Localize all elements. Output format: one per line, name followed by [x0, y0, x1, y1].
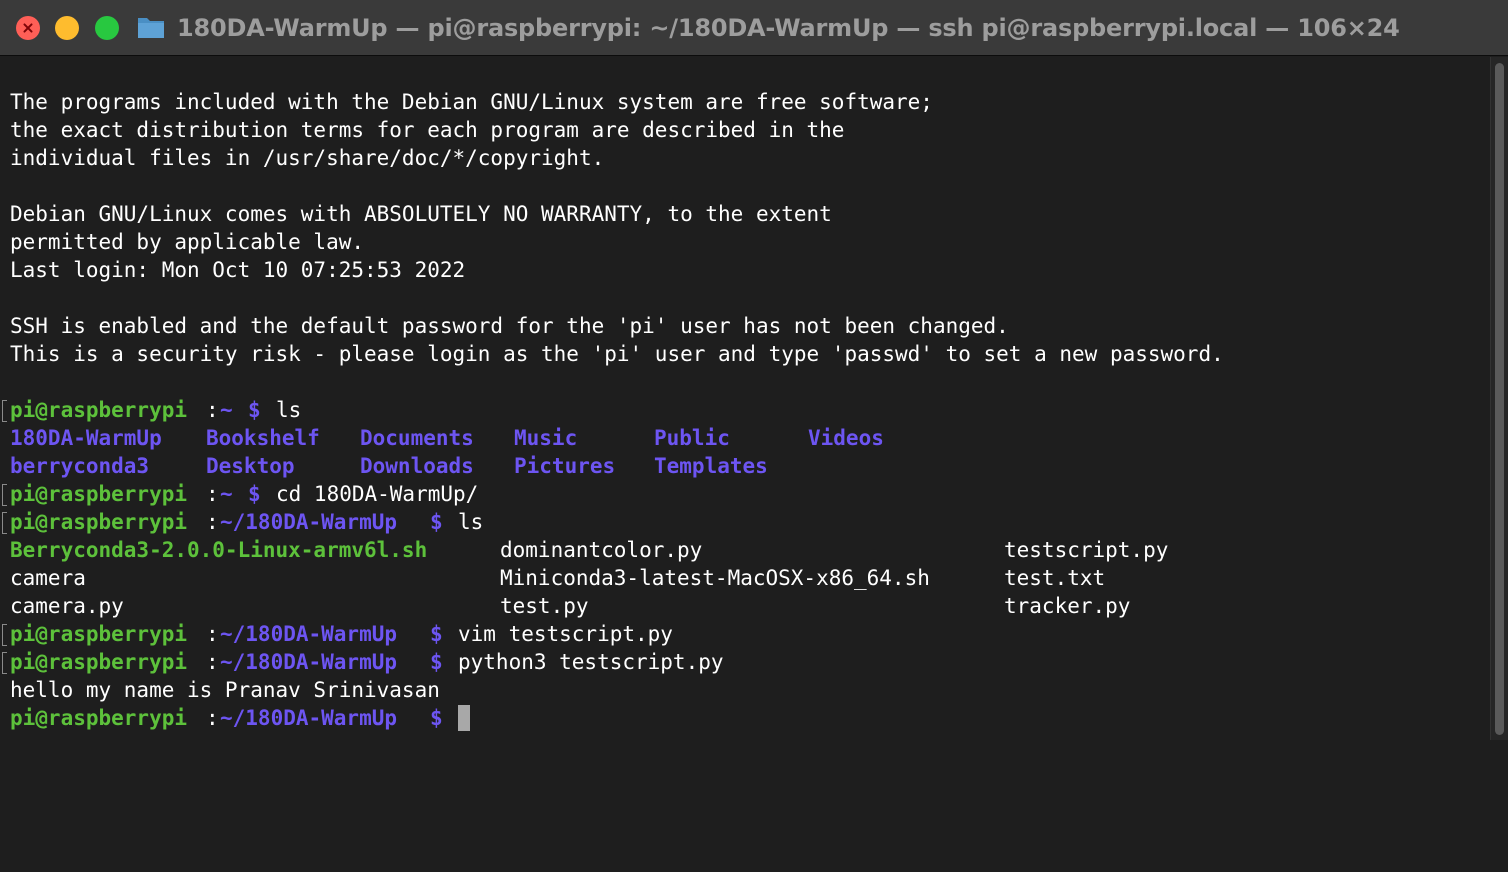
mark-bracket [2, 652, 7, 674]
prompt-symbol: $ [248, 482, 261, 506]
prompt-colon: : [206, 510, 219, 534]
mark-bracket [2, 400, 7, 422]
directory-entry: Music [514, 426, 578, 450]
prompt-path: ~/180DA-WarmUp [220, 706, 398, 730]
listing-row: berryconda3 Desktop Downloads Pictures T… [10, 452, 768, 480]
listing-row: Berryconda3-2.0.0-Linux-armv6l.sh domina… [10, 536, 1168, 564]
command-line: pi@raspberrypi : ~/180DA-WarmUp $ python… [10, 648, 724, 676]
motd-line: Debian GNU/Linux comes with ABSOLUTELY N… [10, 202, 832, 226]
prompt-path: ~/180DA-WarmUp [220, 622, 398, 646]
last-login: Last login: Mon Oct 10 07:25:53 2022 [10, 258, 466, 282]
file-entry: test.txt [1004, 566, 1106, 590]
prompt-path: ~ [220, 482, 233, 506]
prompt-path: ~/180DA-WarmUp [220, 510, 398, 534]
motd-line: individual files in /usr/share/doc/*/cop… [10, 146, 605, 170]
file-entry: test.py [500, 594, 589, 618]
directory-entry: 180DA-WarmUp [10, 426, 162, 450]
file-entry: dominantcolor.py [500, 538, 703, 562]
prompt-colon: : [206, 482, 219, 506]
prompt-colon: : [206, 650, 219, 674]
mark-bracket [2, 512, 7, 534]
mark-bracket [2, 484, 7, 506]
command-text: python3 testscript.py [458, 650, 724, 674]
prompt-user: pi@raspberrypi [10, 622, 188, 646]
window-title: 180DA-WarmUp — pi@raspberrypi: ~/180DA-W… [177, 14, 1400, 42]
motd-line: The programs included with the Debian GN… [10, 90, 933, 114]
prompt-symbol: $ [430, 510, 443, 534]
prompt-user: pi@raspberrypi [10, 510, 188, 534]
ssh-warning: This is a security risk - please login a… [10, 342, 1224, 366]
file-entry: tracker.py [1004, 594, 1131, 618]
prompt-colon: : [206, 622, 219, 646]
command-text: cd 180DA-WarmUp/ [276, 482, 479, 506]
prompt-user: pi@raspberrypi [10, 650, 188, 674]
directory-entry: Documents [360, 426, 474, 450]
prompt-colon: : [206, 706, 219, 730]
listing-row: camera.py test.py tracker.py [10, 592, 1130, 620]
directory-entry: Downloads [360, 454, 474, 478]
directory-entry: Desktop [206, 454, 295, 478]
prompt-user: pi@raspberrypi [10, 398, 188, 422]
zoom-button[interactable] [95, 16, 119, 40]
prompt-symbol: $ [430, 622, 443, 646]
vertical-scrollbar[interactable] [1490, 57, 1508, 740]
prompt-path: ~ [220, 398, 233, 422]
command-text: ls [458, 510, 484, 534]
minimize-button[interactable] [55, 16, 79, 40]
prompt-path: ~/180DA-WarmUp [220, 650, 398, 674]
prompt-colon: : [206, 398, 219, 422]
command-text: ls [276, 398, 302, 422]
directory-entry: berryconda3 [10, 454, 150, 478]
directory-entry: Bookshelf [206, 426, 320, 450]
prompt-user: pi@raspberrypi [10, 706, 188, 730]
command-line: pi@raspberrypi : ~ $ ls [10, 396, 301, 424]
prompt-symbol: $ [430, 706, 443, 730]
file-entry: Miniconda3-latest-MacOSX-x86_64.sh [500, 566, 930, 590]
text-cursor[interactable] [458, 705, 470, 731]
file-entry: camera [10, 566, 86, 590]
prompt-symbol: $ [430, 650, 443, 674]
directory-entry: Pictures [514, 454, 616, 478]
file-entry: camera.py [10, 594, 124, 618]
ssh-warning: SSH is enabled and the default password … [10, 314, 1009, 338]
command-line: pi@raspberrypi : ~ $ cd 180DA-WarmUp/ [10, 480, 478, 508]
listing-row: 180DA-WarmUp Bookshelf Documents Music P… [10, 424, 884, 452]
terminal-window: 180DA-WarmUp — pi@raspberrypi: ~/180DA-W… [0, 0, 1508, 740]
close-button[interactable] [16, 16, 40, 40]
command-line: pi@raspberrypi : ~/180DA-WarmUp $ ls [10, 508, 483, 536]
mark-bracket [2, 624, 7, 646]
command-line[interactable]: pi@raspberrypi : ~/180DA-WarmUp $ [10, 704, 443, 732]
motd-line: permitted by applicable law. [10, 230, 365, 254]
directory-entry: Videos [808, 426, 884, 450]
command-line: pi@raspberrypi : ~/180DA-WarmUp $ vim te… [10, 620, 673, 648]
terminal-output[interactable]: The programs included with the Debian GN… [0, 57, 1500, 740]
command-text: vim testscript.py [458, 622, 673, 646]
title-bar[interactable]: 180DA-WarmUp — pi@raspberrypi: ~/180DA-W… [0, 0, 1508, 56]
prompt-symbol: $ [248, 398, 261, 422]
directory-entry: Public [654, 426, 730, 450]
prompt-user: pi@raspberrypi [10, 482, 188, 506]
executable-entry: Berryconda3-2.0.0-Linux-armv6l.sh [10, 538, 428, 562]
directory-entry: Templates [654, 454, 768, 478]
motd-line: the exact distribution terms for each pr… [10, 118, 845, 142]
program-output: hello my name is Pranav Srinivasan [10, 678, 440, 702]
folder-icon [138, 18, 164, 38]
scrollbar-thumb[interactable] [1495, 63, 1504, 735]
file-entry: testscript.py [1004, 538, 1169, 562]
listing-row: camera Miniconda3-latest-MacOSX-x86_64.s… [10, 564, 1105, 592]
